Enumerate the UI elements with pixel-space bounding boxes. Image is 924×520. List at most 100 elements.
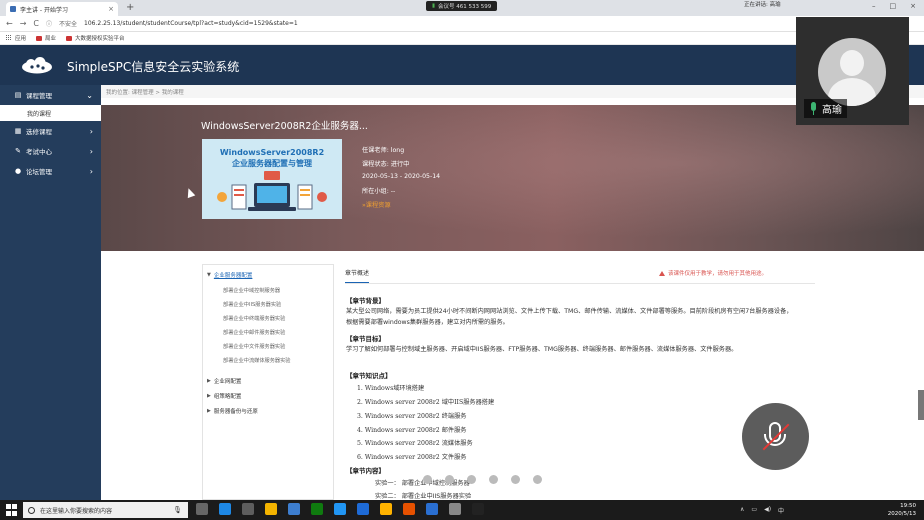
taskbar-app-icon[interactable] xyxy=(357,503,369,515)
taskbar-app-icon[interactable] xyxy=(196,503,208,515)
participant-name: 高瑜 xyxy=(822,105,842,116)
minimize-button[interactable]: – xyxy=(872,2,876,10)
window-controls: – □ × xyxy=(872,2,916,10)
cover-title: WindowsServer2008R2 xyxy=(219,148,325,157)
section-title: 【章节目标】 xyxy=(346,335,385,343)
taskbar-app-icon[interactable] xyxy=(242,503,254,515)
sidebar-item-elective-courses[interactable]: ▦ 选修课程 › xyxy=(0,121,101,141)
sidebar-item-my-courses[interactable]: 我的课程 xyxy=(0,105,101,121)
taskbar-app-icon[interactable] xyxy=(311,503,323,515)
tab-close-icon[interactable]: × xyxy=(108,5,114,13)
taskbar-app-icon[interactable] xyxy=(449,503,461,515)
favicon-icon xyxy=(10,6,16,12)
close-window-button[interactable]: × xyxy=(910,2,916,10)
sidebar-item-course-management[interactable]: ▤ 课程管理 ⌄ xyxy=(0,85,101,105)
course-title: WindowsServer2008R2企业服务器... xyxy=(201,121,368,132)
warning-notice: 该课件仅用于教学，请勿用于其他用途。 xyxy=(658,269,767,277)
clock[interactable]: 19:50 2020/5/13 xyxy=(888,502,916,518)
volume-icon[interactable]: ◀) xyxy=(764,506,771,515)
lesson-item[interactable]: 部署企业中流媒体服务器实验 xyxy=(223,357,290,364)
taskbar-app-icon[interactable] xyxy=(288,503,300,515)
book-icon: ▤ xyxy=(14,91,22,99)
chevron-right-icon: › xyxy=(89,166,93,176)
course-group: 所在小组: -- xyxy=(362,188,396,195)
apps-grid-icon xyxy=(6,35,12,41)
taskbar-app-icon[interactable] xyxy=(334,503,346,515)
taskbar-search[interactable]: 在这里输入你要搜索的内容 🎙 xyxy=(23,502,188,518)
chapter-item[interactable]: ▶ 服务器备份与还原 xyxy=(207,407,258,415)
windows-start-icon[interactable] xyxy=(6,504,18,516)
bookmark-apps[interactable]: 应用 xyxy=(6,34,26,42)
caret-right-icon: ▶ xyxy=(207,378,211,384)
bookmark-item[interactable]: 大数据授权实验平台 xyxy=(66,34,125,42)
maximize-button[interactable]: □ xyxy=(890,2,897,10)
course-teacher: 任课老师: long xyxy=(362,147,405,154)
course-status: 课程状态: 进行中 xyxy=(362,161,410,168)
loading-dots xyxy=(423,475,542,484)
forward-button[interactable]: → xyxy=(20,19,27,28)
meeting-id: 会议号 461 533 599 xyxy=(438,4,492,10)
taskbar-app-icon[interactable] xyxy=(219,503,231,515)
bookmark-item[interactable]: 局业 xyxy=(36,34,56,42)
lesson-item[interactable]: 部署企业中域控制服务器 xyxy=(223,287,280,294)
chapter-label: 服务器备份与还原 xyxy=(213,409,258,415)
reload-button[interactable]: C xyxy=(33,19,39,28)
lesson-item[interactable]: 部署企业中终端服务器实验 xyxy=(223,315,285,322)
bookmark-icon xyxy=(66,35,73,41)
course-cover-image[interactable]: WindowsServer2008R2 企业服务器配置与管理 xyxy=(202,139,342,219)
taskbar-app-icon[interactable] xyxy=(265,503,277,515)
sidebar-item-label: 课程管理 xyxy=(26,92,52,100)
caret-down-icon: ▼ xyxy=(207,272,211,278)
back-button[interactable]: ← xyxy=(6,19,13,28)
system-tray-icons: ∧ ▭ ◀) 中 xyxy=(740,506,784,515)
lesson-item[interactable]: 部署企业中邮件服务器实验 xyxy=(223,329,285,336)
taskbar-app-icon[interactable] xyxy=(403,503,415,515)
divider xyxy=(345,283,815,284)
browser-tab[interactable]: 李主讲 - 开始学习 × xyxy=(6,2,118,16)
cover-subtitle: 企业服务器配置与管理 xyxy=(232,159,312,168)
knowledge-item: 3. Windows server 2008r2 终端服务 xyxy=(357,413,467,420)
section-text: 某大型公司网络，需要为员工提供24小时不间断内网网站浏览、文件上传下载、TMG、… xyxy=(346,308,793,326)
chapter-item-active[interactable]: ▼ 企业服务器配置 xyxy=(207,271,252,279)
lesson-item[interactable]: 部署企业中文件服务器实验 xyxy=(223,343,285,350)
chapter-panel: 章节概述 该课件仅用于教学，请勿用于其他用途。 【章节背景】 某大型公司网络，需… xyxy=(345,264,815,500)
sidebar-item-label: 考试中心 xyxy=(26,148,52,156)
security-label[interactable]: 不安全 xyxy=(59,19,77,28)
url-input[interactable]: 106.2.25.13/student/studentCourse/tpl?ac… xyxy=(84,20,298,27)
taskbar-app-icon[interactable] xyxy=(380,503,392,515)
grid-icon: ▦ xyxy=(14,127,22,135)
network-icon[interactable]: ▭ xyxy=(751,506,757,515)
microphone-icon[interactable]: 🎙 xyxy=(173,506,182,514)
chapter-item[interactable]: ▶ 企业网配置 xyxy=(207,377,241,385)
chapter-label: 企业网配置 xyxy=(213,379,242,385)
scrollbar[interactable] xyxy=(918,390,924,420)
chevron-up-icon[interactable]: ∧ xyxy=(740,506,744,515)
knowledge-item: 5. Windows server 2008r2 流媒体服务 xyxy=(357,440,473,447)
bookmark-label: 应用 xyxy=(15,36,27,42)
bookmarks-bar: 应用 局业 大数据授权实验平台 xyxy=(0,32,924,45)
info-icon[interactable]: ⓘ xyxy=(46,19,52,28)
taskbar-app-icon[interactable] xyxy=(472,503,484,515)
sidebar-item-forum-management[interactable]: ● 论坛管理 › xyxy=(0,161,101,181)
video-tile[interactable]: 高瑜 xyxy=(796,17,909,125)
cloud-logo-icon xyxy=(22,57,52,74)
experiment-item: 实验二： 部署企业中IIS服务器实验 xyxy=(375,493,472,500)
ime-icon[interactable]: 中 xyxy=(778,506,784,515)
taskbar-app-icon[interactable] xyxy=(426,503,438,515)
app-header: SimpleSPC信息安全云实验系统 xyxy=(0,45,924,85)
course-resources-link[interactable]: »课程资源 xyxy=(362,200,391,209)
mute-button[interactable] xyxy=(742,403,809,470)
knowledge-item: 1. Windows域环境搭建 xyxy=(357,385,425,392)
warning-icon xyxy=(658,270,665,276)
tab-overview[interactable]: 章节概述 xyxy=(345,268,370,284)
new-tab-button[interactable]: + xyxy=(126,2,134,13)
clock-date: 2020/5/13 xyxy=(887,511,916,517)
taskbar: 在这里输入你要搜索的内容 🎙 ∧ ▭ ◀) 中 19:50 2020/5/13 xyxy=(0,500,924,520)
chapter-item[interactable]: ▶ 组策略配置 xyxy=(207,392,241,400)
lesson-item[interactable]: 部署企业中IIS服务器实验 xyxy=(223,301,281,308)
meeting-status-bar: ▮ 会议号 461 533 599 xyxy=(426,1,498,11)
sidebar-item-exam-center[interactable]: ✎ 考试中心 › xyxy=(0,141,101,161)
microphone-icon xyxy=(809,102,818,115)
tab-title: 李主讲 - 开始学习 xyxy=(20,6,68,14)
browser-tab-bar: 李主讲 - 开始学习 × + ▮ 会议号 461 533 599 正在讲话: 高… xyxy=(0,0,924,16)
